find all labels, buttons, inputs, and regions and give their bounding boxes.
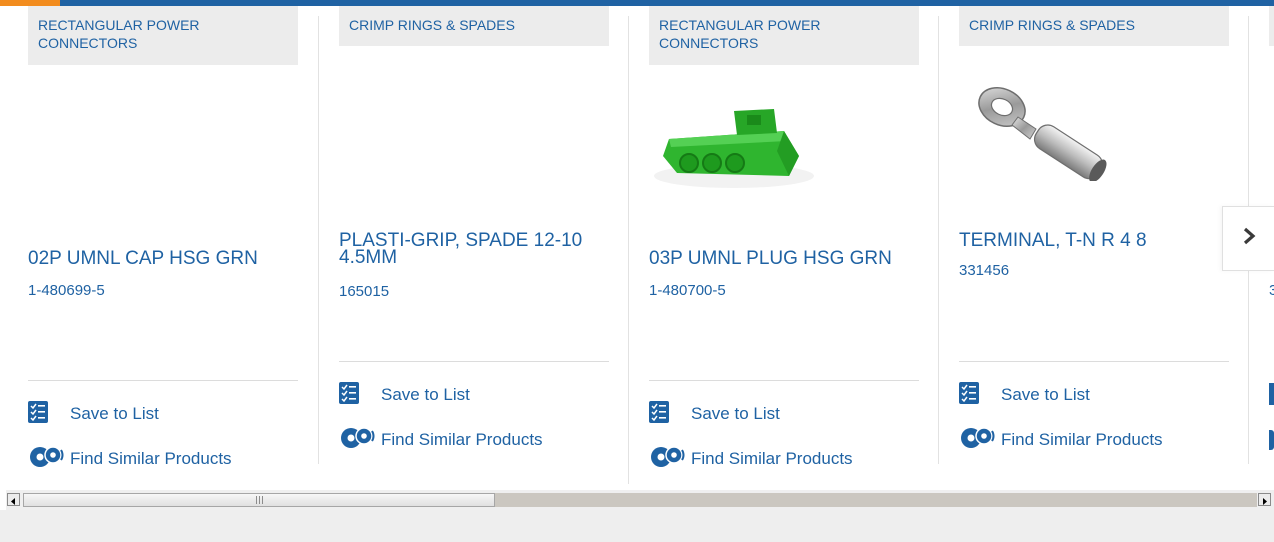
scroll-right-button[interactable] bbox=[1258, 493, 1271, 506]
horizontal-scrollbar[interactable] bbox=[6, 490, 1274, 510]
find-similar-products-button[interactable]: Find Similar Products bbox=[28, 445, 232, 474]
find-similar-products-button[interactable]: Find Similar Products bbox=[339, 426, 543, 455]
save-to-list-button[interactable]: Save to List bbox=[28, 400, 159, 428]
find-similar-products-label: Find Similar Products bbox=[1001, 430, 1163, 449]
checklist-icon bbox=[649, 400, 669, 428]
product-category[interactable] bbox=[1269, 6, 1274, 46]
carousel-next-button[interactable] bbox=[1222, 206, 1274, 271]
bottom-panel bbox=[0, 510, 1274, 542]
ring-terminal-image[interactable] bbox=[974, 81, 1114, 183]
gears-icon bbox=[339, 426, 377, 455]
find-similar-products-button[interactable]: Find Similar Products bbox=[649, 445, 853, 474]
card-divider bbox=[959, 361, 1229, 362]
gears-icon bbox=[959, 426, 997, 455]
card-divider bbox=[649, 380, 919, 381]
product-part-number[interactable]: 1-480699-5 bbox=[28, 282, 105, 299]
product-category[interactable]: CRIMP RINGS & SPADES bbox=[339, 6, 609, 46]
gears-icon bbox=[28, 445, 66, 474]
product-part-number[interactable]: 1-480700-5 bbox=[649, 282, 726, 299]
scrollbar-thumb[interactable] bbox=[23, 493, 495, 507]
save-to-list-button[interactable]: Save to List bbox=[959, 381, 1090, 409]
column-divider bbox=[938, 16, 939, 464]
save-to-list-label: Save to List bbox=[70, 404, 159, 423]
scrollbar-grip bbox=[256, 496, 264, 504]
save-to-list-label: Save to List bbox=[691, 404, 780, 423]
product-card: RECTANGULAR POWER CONNECTORS 02P UMNL CA… bbox=[28, 6, 298, 486]
product-title[interactable]: TERMINAL, T-N R 4 8 bbox=[959, 231, 1229, 250]
find-similar-products-label: Find Similar Products bbox=[691, 449, 853, 468]
gears-icon bbox=[649, 445, 687, 474]
save-to-list-button[interactable]: Save to List bbox=[339, 381, 470, 409]
save-to-list-label: Save to List bbox=[381, 385, 470, 404]
product-part-number[interactable]: 165015 bbox=[339, 283, 389, 300]
checklist-icon bbox=[339, 381, 359, 409]
product-card: CRIMP RINGS & SPADES PLASTI-GRIP, SPADE … bbox=[339, 6, 609, 486]
gears-icon[interactable] bbox=[1269, 430, 1274, 450]
scroll-left-button[interactable] bbox=[7, 493, 20, 506]
product-category[interactable]: RECTANGULAR POWER CONNECTORS bbox=[28, 6, 298, 65]
card-divider bbox=[339, 361, 609, 362]
chevron-right-icon bbox=[1242, 227, 1256, 250]
find-similar-products-button[interactable]: Find Similar Products bbox=[959, 426, 1163, 455]
column-divider bbox=[628, 16, 629, 484]
product-part-number[interactable]: 331456 bbox=[959, 262, 1009, 279]
checklist-icon[interactable] bbox=[1269, 383, 1274, 405]
checklist-icon bbox=[28, 400, 48, 428]
green-connector-image[interactable] bbox=[649, 101, 819, 191]
column-divider bbox=[318, 16, 319, 464]
product-category[interactable]: RECTANGULAR POWER CONNECTORS bbox=[649, 6, 919, 65]
product-card: CRIMP RINGS & SPADES TERMINAL, T-N R 4 8… bbox=[959, 6, 1229, 486]
scrollbar-track[interactable] bbox=[495, 493, 1257, 507]
product-part-number[interactable]: 3 bbox=[1269, 282, 1274, 299]
card-divider bbox=[28, 380, 298, 381]
product-carousel: RECTANGULAR POWER CONNECTORS 02P UMNL CA… bbox=[0, 6, 1274, 490]
find-similar-products-label: Find Similar Products bbox=[381, 430, 543, 449]
product-title[interactable]: 02P UMNL CAP HSG GRN bbox=[28, 249, 298, 268]
product-card: RECTANGULAR POWER CONNECTORS 03P UMNL PL… bbox=[649, 6, 919, 486]
product-title[interactable]: 03P UMNL PLUG HSG GRN bbox=[649, 249, 919, 268]
find-similar-products-label: Find Similar Products bbox=[70, 449, 232, 468]
product-category[interactable]: CRIMP RINGS & SPADES bbox=[959, 6, 1229, 46]
save-to-list-button[interactable]: Save to List bbox=[649, 400, 780, 428]
save-to-list-label: Save to List bbox=[1001, 385, 1090, 404]
product-title[interactable]: PLASTI-GRIP, SPADE 12-10 4.5MM bbox=[339, 231, 609, 267]
checklist-icon bbox=[959, 381, 979, 409]
